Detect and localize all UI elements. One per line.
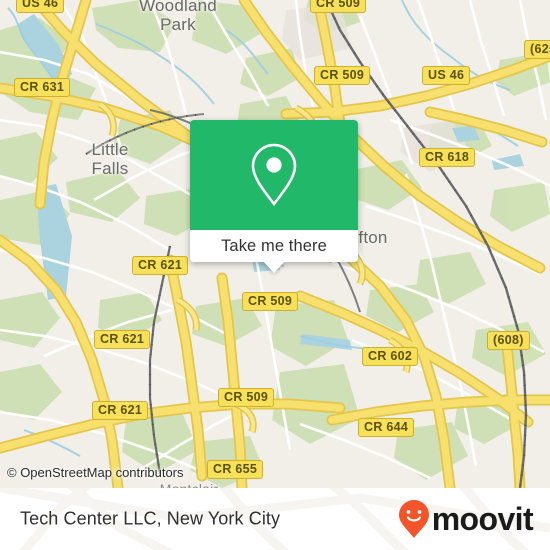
place-label-woodland-park: Woodland Park bbox=[139, 0, 217, 34]
road-shield-cr631: CR 631 bbox=[14, 78, 71, 97]
moovit-logo[interactable]: moovit bbox=[398, 499, 534, 539]
road-shield-cr618: CR 618 bbox=[419, 148, 476, 167]
result-footer: Tech Center LLC, New York City moovit bbox=[0, 488, 550, 550]
map-attribution[interactable]: © OpenStreetMap contributors bbox=[7, 465, 184, 480]
road-shield-625: (625) bbox=[524, 40, 550, 59]
take-me-there-popup[interactable]: Take me there bbox=[190, 120, 358, 273]
road-shield-cr509-n: CR 509 bbox=[310, 0, 367, 13]
road-shield-cr621-n: CR 621 bbox=[132, 256, 189, 275]
map-pin-icon bbox=[251, 143, 297, 207]
map-canvas[interactable]: Woodland Park Little Falls Clifton Montc… bbox=[0, 0, 550, 488]
road-shield-cr509-ne: CR 509 bbox=[314, 66, 371, 85]
popup-accent-panel bbox=[190, 120, 358, 230]
map-result-page: Woodland Park Little Falls Clifton Montc… bbox=[0, 0, 550, 550]
road-shield-cr509-c: CR 509 bbox=[242, 292, 299, 311]
place-label-little-falls: Little Falls bbox=[91, 140, 129, 178]
popup-pointer-tail bbox=[263, 261, 285, 273]
moovit-wordmark: moovit bbox=[431, 501, 534, 537]
road-shield-us46-e: US 46 bbox=[422, 66, 471, 85]
road-shield-cr509-s: CR 509 bbox=[218, 388, 275, 407]
location-title: Tech Center LLC, New York City bbox=[20, 508, 281, 529]
road-shield-cr602: CR 602 bbox=[362, 347, 419, 366]
take-me-there-label: Take me there bbox=[221, 236, 327, 255]
road-shield-608: (608) bbox=[487, 331, 530, 350]
popup-cta-bar[interactable]: Take me there bbox=[190, 230, 358, 262]
place-label-montclair: Montclair bbox=[146, 480, 232, 488]
road-shield-cr621-s: CR 621 bbox=[92, 401, 149, 420]
road-shield-cr655: CR 655 bbox=[207, 460, 264, 479]
road-shield-us46-nw: US 46 bbox=[16, 0, 65, 13]
moovit-pin-smile-icon bbox=[398, 500, 429, 538]
road-shield-cr621-m: CR 621 bbox=[94, 330, 151, 349]
road-shield-cr644: CR 644 bbox=[358, 418, 415, 437]
